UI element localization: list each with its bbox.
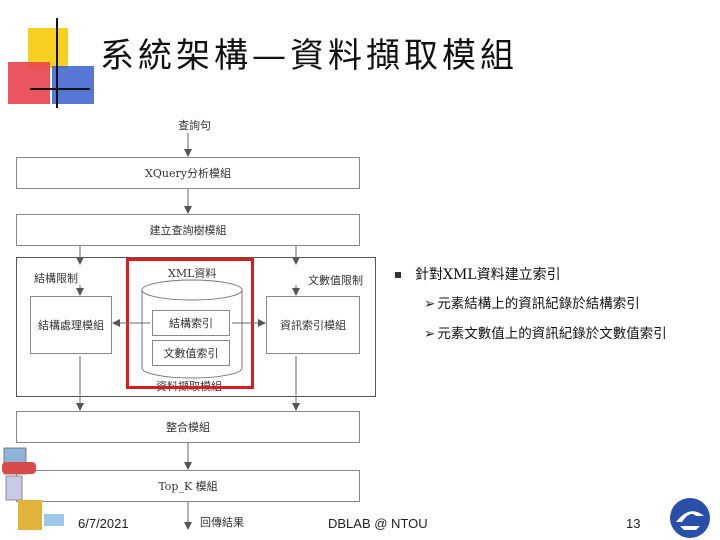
bullet-sub-1-text: 元素結構上的資訊紀錄於結構索引 xyxy=(437,296,640,312)
bullet-sub-2-text: 元素文數值上的資訊紀錄於文數值索引 xyxy=(437,326,667,342)
bullet-sub-1: ➢ 元素結構上的資訊紀錄於結構索引 xyxy=(424,292,640,312)
page-number: 13 xyxy=(626,516,641,531)
arrow-bullet-icon: ➢ xyxy=(424,326,436,342)
bullet-square-icon xyxy=(395,272,401,278)
footer-date: 6/7/2021 xyxy=(78,516,129,531)
bullet-main: 針對XML資料建立索引 xyxy=(395,264,561,284)
diagram-arrows xyxy=(76,133,300,530)
bullet-sub-2: ➢ 元素文數值上的資訊紀錄於文數值索引 xyxy=(424,322,667,342)
sql-book-logo xyxy=(2,447,64,530)
footer-center: DBLAB @ NTOU xyxy=(328,516,428,531)
university-logo xyxy=(670,498,710,538)
bullet-main-text: 針對XML資料建立索引 xyxy=(415,267,561,283)
arrow-bullet-icon: ➢ xyxy=(424,296,436,312)
